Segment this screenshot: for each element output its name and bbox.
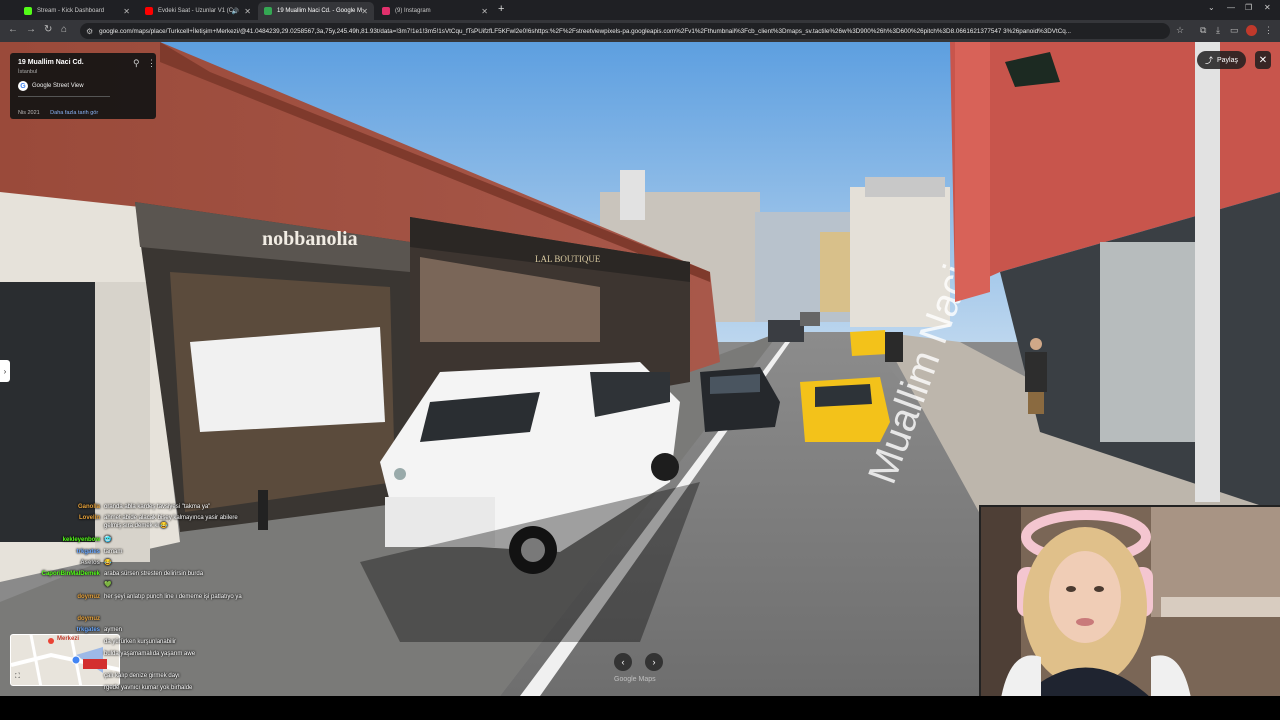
nobbanolia-shop-sign: nobbanolia — [262, 228, 358, 250]
browser-menu-icon[interactable]: ⋮ — [1264, 25, 1273, 36]
expand-side-panel-button[interactable]: › — [0, 360, 10, 382]
chat-text: araba sürsen stresten delirirsin burda — [104, 571, 204, 577]
share-label: Paylaş — [1217, 56, 1239, 64]
place-title: 19 Muallim Naci Cd. — [18, 59, 84, 66]
more-options-icon[interactable]: ⋮ — [147, 58, 156, 69]
google-logo-icon: G — [18, 81, 28, 91]
black-bottom-bar — [0, 696, 1280, 720]
place-info-card: 19 Muallim Naci Cd. İstanbul ⚲ ⋮ G Googl… — [10, 53, 156, 119]
back-icon[interactable]: ← — [8, 24, 18, 35]
maximize-icon[interactable]: ❐ — [1245, 3, 1252, 12]
chat-username: CaporiBinMalDemek — [41, 571, 100, 577]
kick-favicon-icon — [24, 7, 32, 15]
next-arrow-button[interactable]: › — [645, 653, 663, 671]
tab-title: Evdeki Saat - Uzunlar V1 (C — [158, 8, 234, 14]
chat-username: Aselos — [80, 560, 100, 566]
maps-favicon-icon — [264, 7, 272, 15]
forward-icon[interactable]: → — [26, 24, 36, 35]
street-view-badge: G Google Street View — [18, 81, 148, 91]
chat-username: Lovelin — [78, 515, 100, 521]
share-button[interactable]: ⤴ Paylaş — [1197, 51, 1247, 69]
chat-username: Ganolia — [77, 504, 100, 510]
more-dates-link[interactable]: Daha fazla tarih gör — [50, 110, 98, 116]
chat-text: bulda yaşamamalıda yaşarım awe — [104, 651, 196, 657]
chat-text: da yürürken kurşunlanabilir — [104, 639, 177, 645]
tab-title: 19 Muallim Naci Cd. - Google M — [277, 8, 363, 14]
youtube-favicon-icon — [145, 7, 153, 15]
webcam-illustration — [981, 507, 1280, 696]
tab-search-icon[interactable]: ⌄ — [1208, 3, 1215, 12]
tab-close-icon[interactable]: ✕ — [481, 7, 488, 16]
tab-close-icon[interactable]: ✕ — [361, 7, 368, 16]
close-icon: ✕ — [1258, 54, 1268, 66]
chat-text: rgede yavnıcı kumar yok birhalde — [104, 685, 193, 691]
previous-arrow-button[interactable]: ‹ — [614, 653, 632, 671]
chat-text: 💚 — [104, 582, 112, 588]
tab-instagram[interactable]: (9) Instagram ✕ — [376, 2, 494, 20]
chat-text: aymen — [104, 627, 123, 633]
chat-text: her şeyi anlatıp punch line ı dememe işi… — [104, 594, 242, 600]
tab-title: Stream - Kick Dashboard — [37, 8, 105, 14]
tab-close-icon[interactable]: ✕ — [244, 7, 251, 16]
new-tab-icon[interactable]: + — [498, 3, 504, 15]
instagram-favicon-icon — [382, 7, 390, 15]
reload-icon[interactable]: ↻ — [44, 24, 52, 35]
chat-username: kekleyenbow — [62, 537, 100, 543]
capture-date: Nis 2021 — [18, 110, 40, 116]
chevron-right-icon: › — [652, 657, 656, 667]
window-close-icon[interactable]: ✕ — [1264, 3, 1271, 12]
chat-username: doymuz — [77, 594, 100, 600]
site-info-icon[interactable]: ⚙ — [86, 27, 93, 36]
speaker-icon[interactable]: 🔊 — [232, 8, 239, 15]
chat-text: 😂 — [104, 560, 112, 566]
share-icon: ⤴ — [1205, 55, 1213, 65]
url-text: google.com/maps/place/Turkcell+İletişim+… — [99, 27, 1072, 35]
chat-username: trkgates — [76, 549, 100, 555]
tab-google-maps[interactable]: 19 Muallim Naci Cd. - Google M ✕ — [258, 2, 374, 20]
home-icon[interactable]: ⌂ — [61, 24, 67, 35]
chevron-left-icon: ‹ — [621, 657, 625, 667]
chat-text: tamam — [104, 549, 123, 555]
sidepanel-icon[interactable]: ▭ — [1230, 25, 1239, 36]
chat-text: 🥶 — [104, 537, 112, 543]
expand-map-icon[interactable]: ⛶ — [15, 673, 20, 681]
address-bar[interactable]: ⚙ google.com/maps/place/Turkcell+İletişi… — [80, 23, 1170, 39]
google-maps-watermark: Google Maps — [614, 676, 656, 683]
download-icon[interactable]: ⤓ — [1216, 25, 1220, 36]
chevron-right-icon: › — [3, 366, 7, 376]
minimize-icon[interactable]: — — [1227, 3, 1235, 12]
tab-title: (9) Instagram — [395, 8, 431, 14]
boutique-sign: LAL BOUTIQUE — [535, 254, 601, 264]
extensions-icon[interactable]: ⧉ — [1200, 25, 1206, 36]
streamer-webcam — [979, 505, 1280, 696]
chat-text: çalı kalıp denize girmek dayı — [104, 673, 180, 679]
tab-close-icon[interactable]: ✕ — [123, 7, 130, 16]
tab-kick-dashboard[interactable]: Stream - Kick Dashboard ✕ — [18, 2, 136, 20]
close-street-view-button[interactable]: ✕ — [1255, 51, 1271, 69]
place-city: İstanbul — [18, 69, 38, 75]
browser-toolbar: ← → ↻ ⌂ ⚙ google.com/maps/place/Turkcell… — [0, 20, 1280, 42]
minimap-label: Merkezi — [57, 636, 80, 642]
divider — [18, 96, 110, 97]
chat-username: trkgates — [76, 627, 100, 633]
chat-text: ahmet abide alacak bişey kalmayınca yasi… — [104, 515, 238, 529]
chat-text: oranda abla kardeş tavsiyesi "takma ya" — [104, 504, 211, 510]
bookmark-star-icon[interactable]: ☆ — [1176, 25, 1184, 36]
browser-tab-bar: Stream - Kick Dashboard ✕ Evdeki Saat - … — [0, 0, 1280, 20]
street-view-source: Google Street View — [32, 83, 84, 89]
profile-avatar-icon[interactable] — [1246, 25, 1257, 36]
location-pin-icon[interactable]: ⚲ — [133, 58, 140, 69]
tab-youtube-video[interactable]: Evdeki Saat - Uzunlar V1 (C 🔊 ✕ — [139, 2, 257, 20]
chat-username: doymuz — [77, 616, 100, 622]
